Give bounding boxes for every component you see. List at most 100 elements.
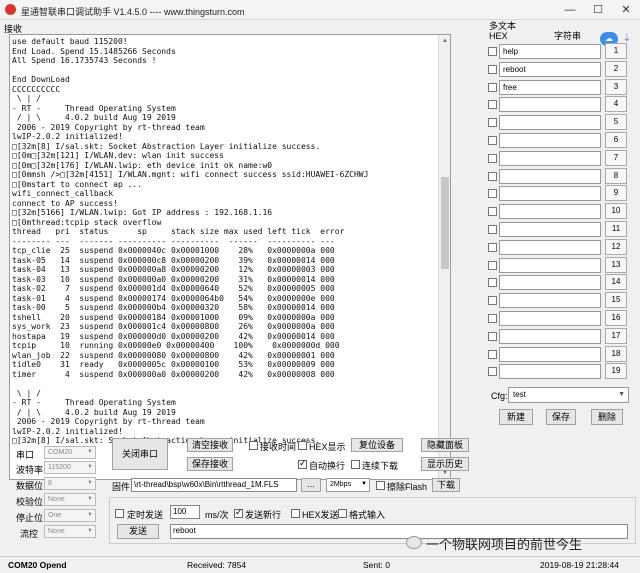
multitext-input[interactable] bbox=[499, 115, 601, 131]
hex-send-checkbox[interactable] bbox=[291, 509, 300, 518]
multitext-input[interactable] bbox=[499, 150, 601, 166]
multitext-row: 16 bbox=[487, 309, 629, 328]
save-config-button[interactable]: 保存 bbox=[546, 409, 576, 425]
multitext-input[interactable] bbox=[499, 257, 601, 273]
multitext-send-button[interactable]: 14 bbox=[605, 274, 627, 291]
multitext-send-button[interactable]: 15 bbox=[605, 292, 627, 309]
format-input-checkbox[interactable] bbox=[338, 509, 347, 518]
multitext-hex-checkbox[interactable] bbox=[488, 367, 497, 377]
multitext-hex-checkbox[interactable] bbox=[488, 171, 497, 181]
multitext-input[interactable] bbox=[499, 132, 601, 148]
receive-textarea[interactable]: use default baud 115200! End Load. Spend… bbox=[9, 34, 451, 480]
continuous-download-checkbox[interactable] bbox=[351, 460, 360, 469]
databits-select[interactable]: 8 ▼ bbox=[44, 477, 96, 490]
maximize-button[interactable]: ☐ bbox=[584, 2, 612, 18]
multitext-send-button[interactable]: 18 bbox=[605, 345, 627, 362]
multitext-hex-checkbox[interactable] bbox=[488, 118, 497, 128]
multitext-input[interactable] bbox=[499, 364, 601, 380]
clear-receive-button[interactable]: 清空接收 bbox=[187, 438, 233, 452]
multitext-hex-checkbox[interactable] bbox=[488, 153, 497, 163]
stopbits-value: One bbox=[48, 512, 62, 519]
multitext-hex-checkbox[interactable] bbox=[488, 135, 497, 145]
port-select[interactable]: COM20 ▼ bbox=[44, 446, 96, 459]
new-config-button[interactable]: 新建 bbox=[499, 409, 533, 425]
scroll-up-icon[interactable]: ▲ bbox=[439, 35, 451, 47]
multitext-input[interactable] bbox=[499, 221, 601, 237]
erase-flash-checkbox[interactable] bbox=[376, 481, 385, 490]
delete-config-button[interactable]: 删除 bbox=[591, 409, 623, 425]
multitext-hex-checkbox[interactable] bbox=[488, 331, 497, 341]
multitext-hex-checkbox[interactable] bbox=[488, 100, 497, 110]
multitext-send-button[interactable]: 8 bbox=[605, 167, 627, 184]
multitext-send-button[interactable]: 17 bbox=[605, 327, 627, 344]
multitext-input[interactable] bbox=[499, 97, 601, 113]
multitext-input[interactable] bbox=[499, 328, 601, 344]
multitext-input[interactable] bbox=[499, 168, 601, 184]
multitext-hex-checkbox[interactable] bbox=[488, 313, 497, 323]
firmware-label: 固件 bbox=[112, 482, 131, 492]
baud-select[interactable]: 115200 ▼ bbox=[44, 461, 96, 474]
send-interval-field[interactable]: 100 bbox=[170, 505, 200, 519]
multitext-hex-checkbox[interactable] bbox=[488, 224, 497, 234]
multitext-hex-checkbox[interactable] bbox=[488, 260, 497, 270]
multitext-hex-checkbox[interactable] bbox=[488, 207, 497, 217]
multitext-send-button[interactable]: 2 bbox=[605, 60, 627, 77]
multitext-send-button[interactable]: 6 bbox=[605, 131, 627, 148]
multitext-send-button[interactable]: 12 bbox=[605, 238, 627, 255]
close-port-button[interactable]: 关闭串口 bbox=[112, 438, 168, 470]
multitext-send-button[interactable]: 4 bbox=[605, 96, 627, 113]
hex-display-checkbox[interactable] bbox=[298, 441, 307, 450]
multitext-send-button[interactable]: 7 bbox=[605, 149, 627, 166]
multitext-send-button[interactable]: 16 bbox=[605, 309, 627, 326]
timed-send-checkbox[interactable] bbox=[115, 509, 124, 518]
multitext-hex-checkbox[interactable] bbox=[488, 242, 497, 252]
minimize-button[interactable]: — bbox=[556, 2, 584, 18]
auto-wrap-checkbox[interactable] bbox=[298, 458, 307, 469]
download-button[interactable]: 下载 bbox=[432, 478, 460, 492]
cfg-select[interactable]: test ▼ bbox=[508, 387, 629, 403]
multitext-send-button[interactable]: 11 bbox=[605, 220, 627, 237]
multitext-row: 7 bbox=[487, 149, 629, 168]
stopbits-select[interactable]: One ▼ bbox=[44, 509, 96, 522]
hide-panel-button[interactable]: 隐藏面板 bbox=[421, 438, 469, 452]
multitext-hex-checkbox[interactable] bbox=[488, 296, 497, 306]
show-history-button[interactable]: 显示历史 bbox=[421, 457, 469, 471]
multitext-input[interactable] bbox=[499, 346, 601, 362]
multitext-hex-checkbox[interactable] bbox=[488, 47, 497, 56]
multitext-input[interactable] bbox=[499, 204, 601, 220]
close-button[interactable]: ✕ bbox=[612, 2, 640, 18]
multitext-hex-checkbox[interactable] bbox=[488, 189, 497, 199]
receive-scrollbar[interactable]: ▲ ▼ bbox=[438, 35, 450, 479]
parity-select[interactable]: None ▼ bbox=[44, 493, 96, 506]
multitext-input[interactable] bbox=[499, 239, 601, 255]
multitext-input[interactable] bbox=[499, 275, 601, 291]
browse-firmware-button[interactable]: ... bbox=[301, 478, 321, 492]
multitext-hex-checkbox[interactable] bbox=[488, 64, 497, 74]
multitext-send-button[interactable]: 10 bbox=[605, 203, 627, 220]
save-receive-button[interactable]: 保存接收 bbox=[187, 457, 233, 471]
send-button[interactable]: 发送 bbox=[117, 524, 159, 539]
multitext-send-button[interactable]: 9 bbox=[605, 185, 627, 202]
multitext-input[interactable] bbox=[499, 310, 601, 326]
receive-time-checkbox[interactable] bbox=[249, 441, 258, 450]
multitext-input[interactable]: help bbox=[499, 44, 601, 59]
multitext-input[interactable]: reboot bbox=[499, 61, 601, 77]
multitext-send-button[interactable]: 5 bbox=[605, 114, 627, 131]
multitext-input[interactable] bbox=[499, 186, 601, 202]
multitext-hex-checkbox[interactable] bbox=[488, 349, 497, 359]
multitext-input[interactable] bbox=[499, 293, 601, 309]
send-newline-label: 发送新行 bbox=[245, 510, 282, 520]
multitext-send-button[interactable]: 13 bbox=[605, 256, 627, 273]
multitext-send-button[interactable]: 3 bbox=[605, 78, 627, 95]
multitext-hex-checkbox[interactable] bbox=[488, 82, 497, 92]
firmware-path-field[interactable]: \rt-thread\bsp\w60x\Bin\rtthread_1M.FLS bbox=[131, 478, 297, 492]
download-speed-select[interactable]: 2Mbps ▼ bbox=[326, 478, 370, 492]
multitext-send-button[interactable]: 1 bbox=[605, 43, 627, 59]
multitext-send-button[interactable]: 19 bbox=[605, 363, 627, 380]
scroll-thumb[interactable] bbox=[441, 177, 449, 269]
reset-device-button[interactable]: 复位设备 bbox=[351, 438, 403, 452]
multitext-hex-checkbox[interactable] bbox=[488, 278, 497, 288]
send-newline-checkbox[interactable] bbox=[234, 507, 243, 518]
multitext-input[interactable]: free bbox=[499, 79, 601, 95]
flow-select[interactable]: None ▼ bbox=[44, 525, 96, 538]
